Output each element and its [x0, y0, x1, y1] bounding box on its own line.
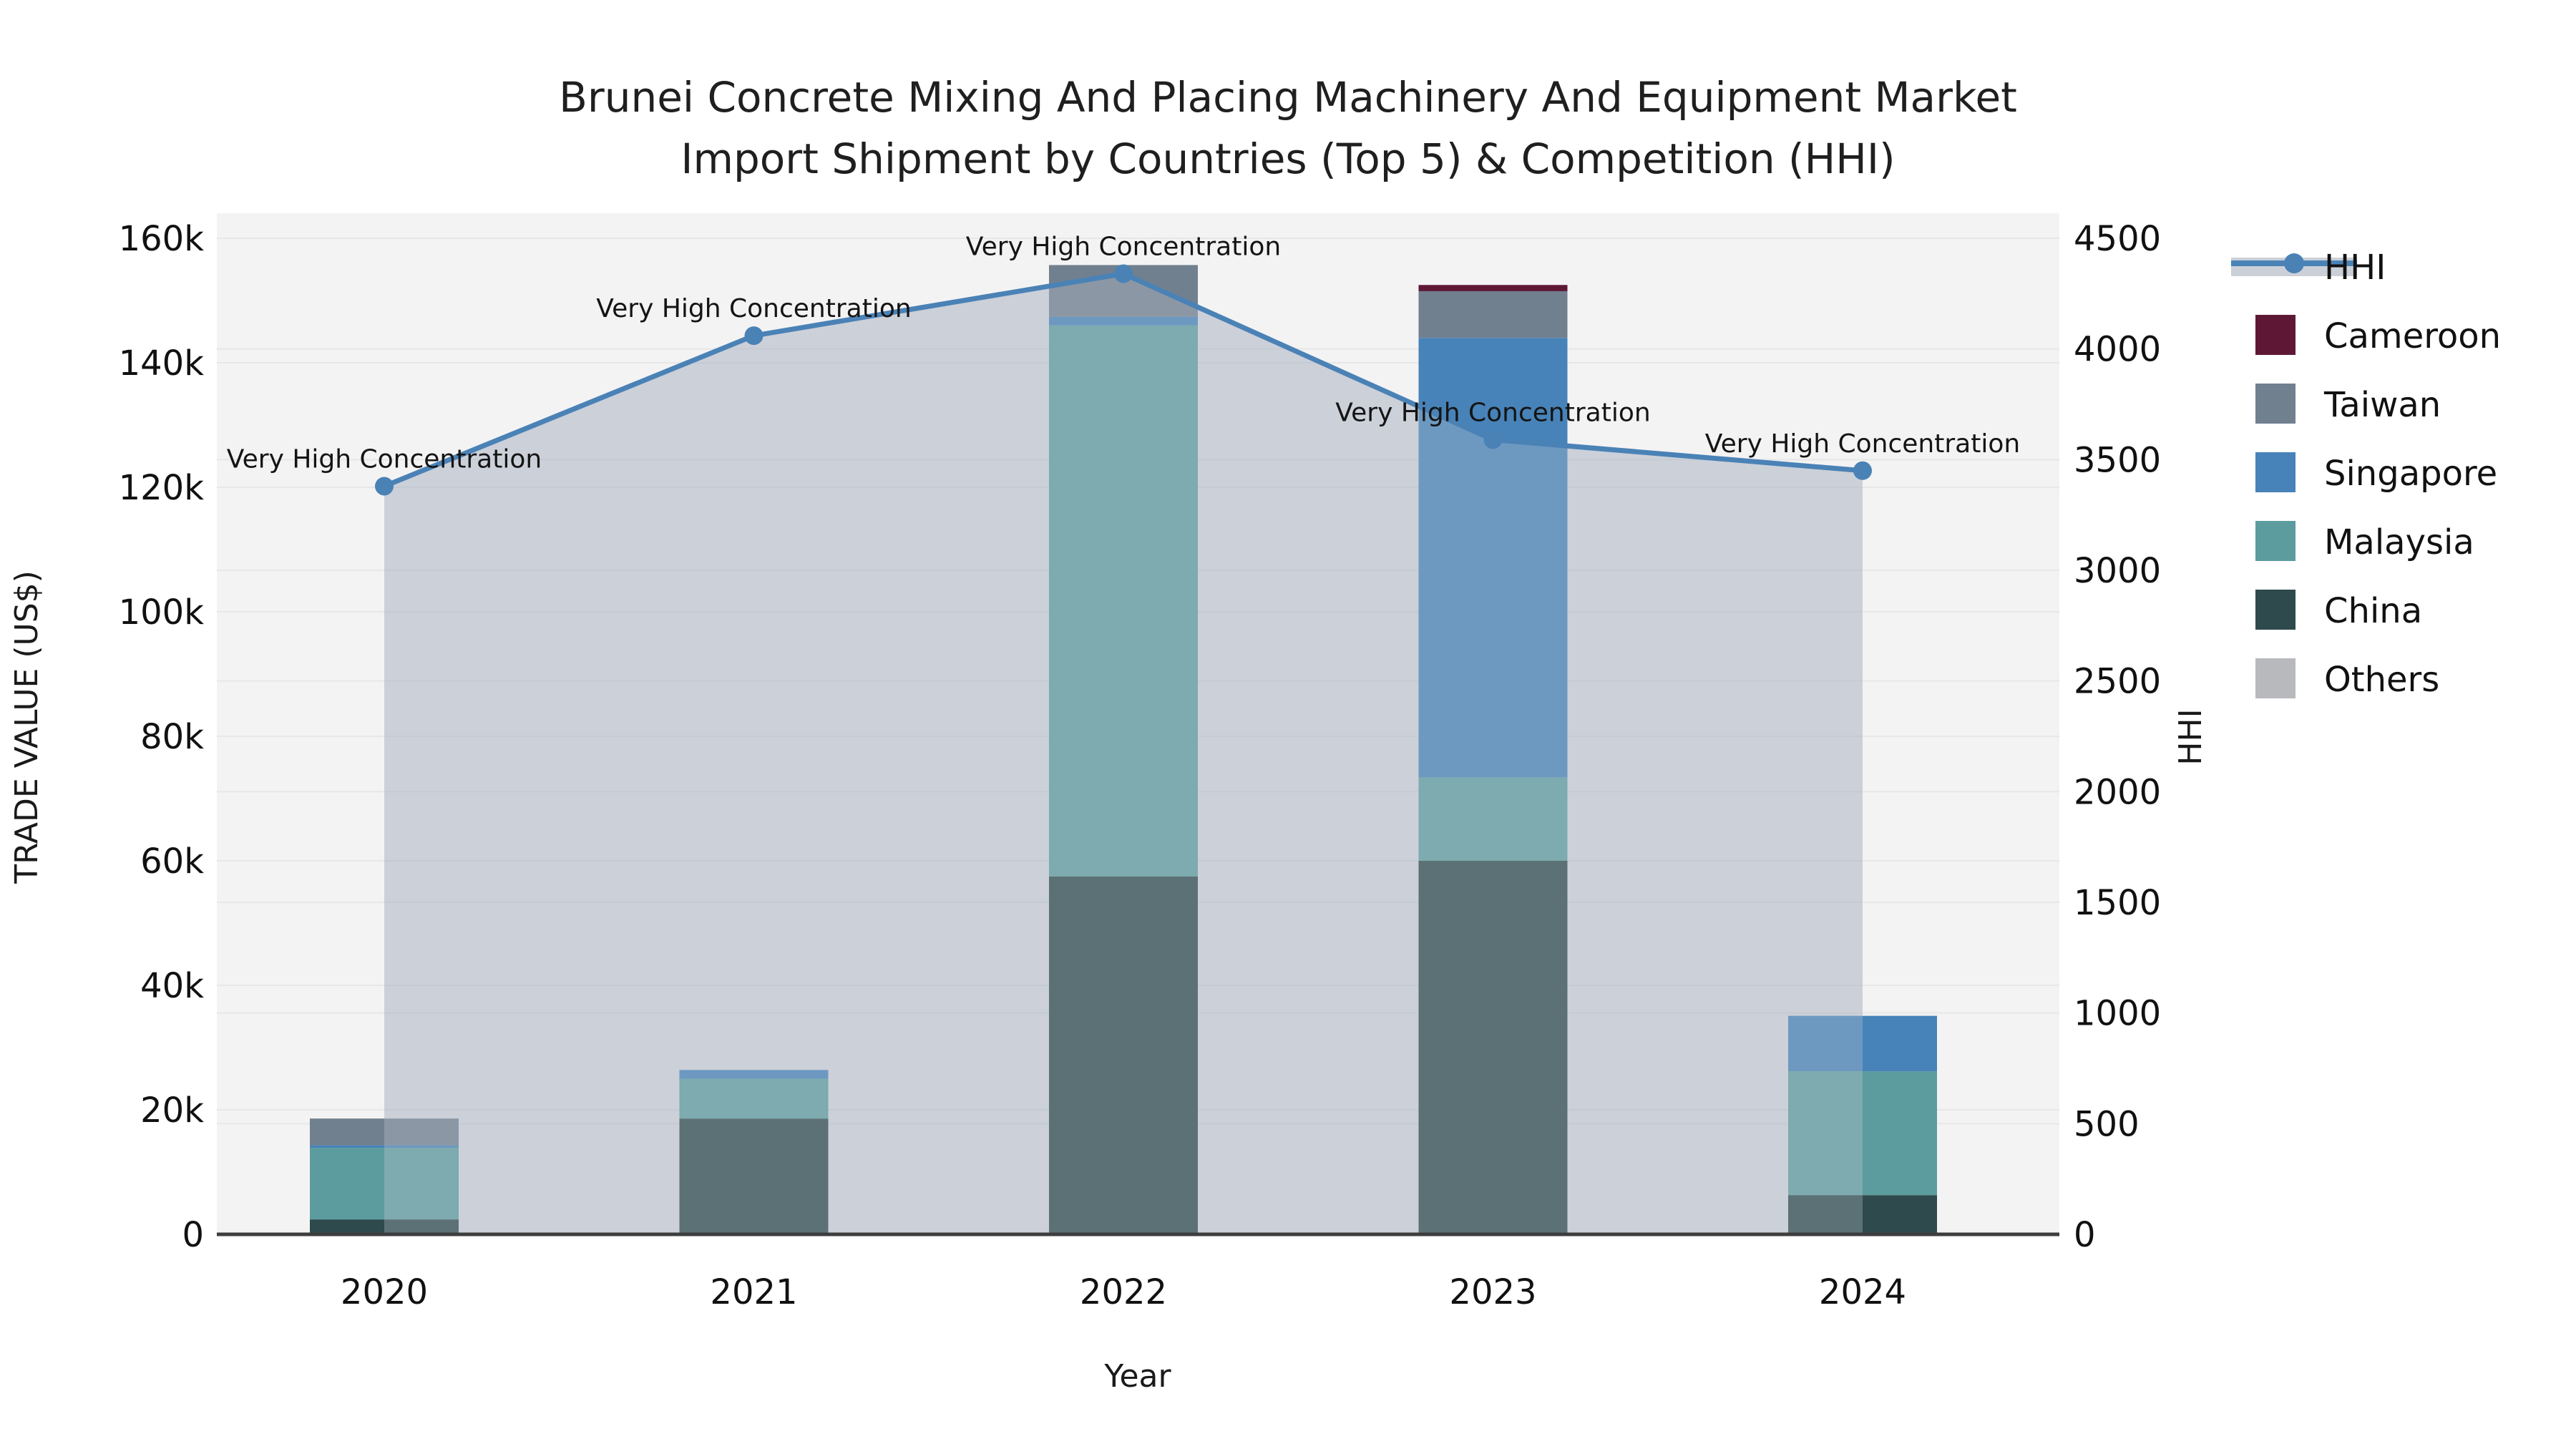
chart-canvas: 0 20k 40k 60k 80k 100k 120k 140k 160k 0 500 1000 150…	[9, 73, 2501, 1395]
legend-swatch-malaysia	[2255, 521, 2296, 561]
x-axis-tick-2020: 2020	[341, 1272, 428, 1312]
y2-axis-tick: 500	[2074, 1104, 2140, 1144]
legend-item-cameroon[interactable]: Cameroon	[2255, 315, 2501, 356]
legend-label-others: Others	[2324, 660, 2439, 700]
y-axis-title: TRADE VALUE (US$)	[9, 570, 45, 884]
legend-hhi-marker-icon	[2284, 253, 2304, 273]
y2-axis-title: HHI	[2172, 708, 2209, 765]
y2-axis-tick: 1000	[2074, 994, 2161, 1034]
x-axis-tick-2021: 2021	[710, 1272, 797, 1312]
legend-label-singapore: Singapore	[2324, 454, 2497, 494]
annotation-very-high-concentration: Very High Concentration	[227, 444, 542, 474]
chart-title-line1: Brunei Concrete Mixing And Placing Machi…	[559, 73, 2017, 122]
y-axis-tick: 40k	[140, 966, 204, 1006]
y-axis-tick: 0	[182, 1215, 204, 1255]
y2-axis-tick: 1500	[2074, 883, 2161, 923]
legend-swatch-others	[2255, 658, 2296, 698]
x-axis-tick-2023: 2023	[1449, 1272, 1536, 1312]
annotation-very-high-concentration: Very High Concentration	[966, 232, 1281, 261]
legend-item-others[interactable]: Others	[2255, 658, 2439, 700]
y2-axis-tick: 0	[2074, 1215, 2096, 1255]
hhi-marker-2022[interactable]	[1114, 264, 1133, 283]
legend-swatch-taiwan	[2255, 384, 2296, 424]
x-axis-title: Year	[1103, 1358, 1171, 1395]
legend-label-cameroon: Cameroon	[2324, 316, 2501, 356]
y-axis-tick: 60k	[140, 841, 204, 882]
bar-cameroon-2023[interactable]	[1418, 285, 1568, 291]
legend-label-taiwan: Taiwan	[2323, 385, 2441, 425]
legend: HHI Cameroon Taiwan Singapore Malaysia China O…	[2231, 248, 2501, 700]
annotation-very-high-concentration: Very High Concentration	[596, 294, 911, 323]
legend-label-china: China	[2324, 591, 2422, 631]
y-axis-tick: 140k	[119, 343, 205, 384]
x-axis-tick-2022: 2022	[1080, 1272, 1167, 1312]
chart-title-line2: Import Shipment by Countries (Top 5) & C…	[680, 135, 1895, 183]
y2-axis-tick: 2500	[2074, 662, 2161, 702]
y-axis-tick: 80k	[140, 717, 204, 757]
legend-swatch-china	[2255, 590, 2296, 630]
y2-axis-tick: 3000	[2074, 551, 2161, 591]
legend-item-hhi[interactable]: HHI	[2231, 248, 2386, 288]
x-axis-tick-2024: 2024	[1819, 1272, 1906, 1312]
y-axis-tick: 160k	[119, 219, 205, 259]
hhi-marker-2020[interactable]	[375, 477, 394, 496]
annotation-very-high-concentration: Very High Concentration	[1705, 429, 2020, 459]
annotation-very-high-concentration: Very High Concentration	[1335, 398, 1650, 427]
y-axis-tick: 20k	[140, 1091, 204, 1131]
legend-swatch-singapore	[2255, 452, 2296, 492]
y2-axis-tick: 4000	[2074, 330, 2161, 370]
y2-axis-tick: 4500	[2074, 219, 2161, 259]
legend-label-malaysia: Malaysia	[2324, 522, 2474, 562]
y-axis-tick: 100k	[119, 592, 205, 633]
y2-axis-tick: 3500	[2074, 440, 2161, 480]
y2-axis-tick: 2000	[2074, 772, 2161, 812]
y-axis-tick: 120k	[119, 468, 205, 508]
legend-item-china[interactable]: China	[2255, 590, 2422, 631]
hhi-marker-2023[interactable]	[1483, 430, 1503, 449]
bar-taiwan-2023[interactable]	[1418, 291, 1568, 338]
hhi-marker-2024[interactable]	[1853, 461, 1872, 480]
legend-item-singapore[interactable]: Singapore	[2255, 452, 2497, 494]
legend-label-hhi: HHI	[2324, 248, 2386, 288]
legend-item-taiwan[interactable]: Taiwan	[2255, 384, 2441, 425]
legend-item-malaysia[interactable]: Malaysia	[2255, 521, 2474, 562]
legend-swatch-cameroon	[2255, 315, 2296, 355]
hhi-marker-2021[interactable]	[744, 326, 763, 346]
